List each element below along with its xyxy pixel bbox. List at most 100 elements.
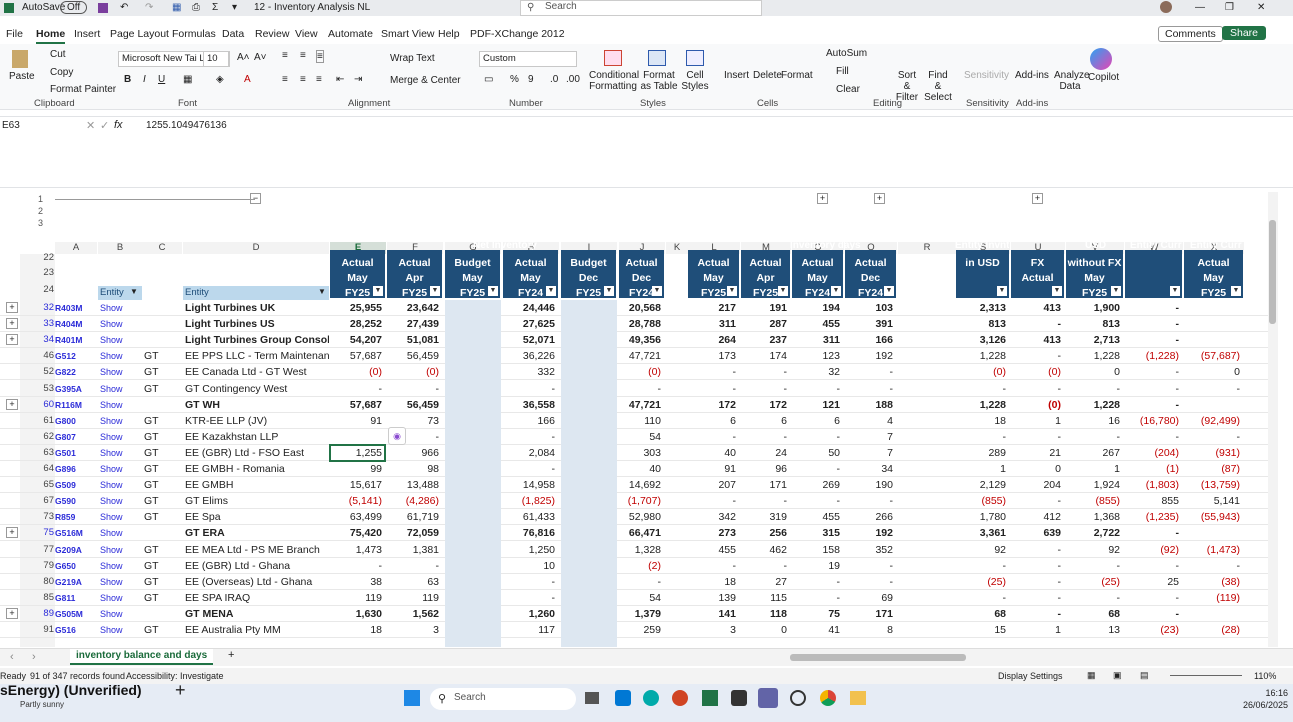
table-row[interactable]: 73R859ShowGTEE Spa63,49961,71970,06861,4…	[0, 509, 1268, 526]
cell-u[interactable]: -	[1011, 381, 1062, 397]
cell-q[interactable]: 7	[845, 445, 893, 461]
cell-v[interactable]: 1,368	[1066, 509, 1120, 525]
sum-icon[interactable]: Σ	[212, 2, 218, 13]
copy-button[interactable]: Copy	[50, 67, 73, 78]
cell-w[interactable]: -	[1125, 525, 1180, 541]
cell-m[interactable]: 6	[741, 413, 787, 429]
table-row[interactable]: 65G509ShowGTEE GMBH15,61713,48813,97714,…	[0, 477, 1268, 494]
cell-s[interactable]: 2,129	[956, 477, 1006, 493]
cancel-icon[interactable]: ✕	[86, 119, 95, 132]
cell-s[interactable]: -	[956, 381, 1007, 397]
cell-h[interactable]: 166	[503, 413, 555, 429]
cell-h[interactable]: 52,071	[503, 332, 555, 348]
cell-h[interactable]: -	[503, 429, 556, 445]
app-icon[interactable]	[731, 690, 747, 706]
cell-q[interactable]: 190	[845, 477, 893, 493]
show-link[interactable]: Show	[100, 493, 140, 509]
show-link[interactable]: Show	[100, 413, 140, 429]
cell-w[interactable]: -	[1125, 364, 1180, 380]
cell-f[interactable]: 1,381	[387, 542, 439, 558]
cell-s[interactable]: (25)	[956, 574, 1006, 590]
row-number[interactable]: 73	[32, 509, 54, 525]
filter-dropdown-icon[interactable]: ▼	[652, 286, 662, 296]
cell-l[interactable]: 91	[688, 461, 736, 477]
cell-m[interactable]: 115	[741, 590, 787, 606]
filter-dropdown-icon[interactable]: ▼	[778, 286, 788, 296]
cell-s[interactable]: 3,126	[956, 332, 1006, 348]
cell-x[interactable]: -	[1184, 429, 1241, 445]
cell-w[interactable]: -	[1125, 606, 1180, 622]
sheet-tab[interactable]: inventory balance and days	[70, 649, 214, 665]
table-row[interactable]: 75+G516MShowGT ERA75,42072,05984,21976,8…	[0, 525, 1268, 542]
cell-f[interactable]: 63	[387, 574, 439, 590]
cell-m[interactable]: 24	[741, 445, 787, 461]
grid-icon[interactable]: ▦	[172, 2, 181, 13]
show-link[interactable]: Show	[100, 509, 140, 525]
show-link[interactable]: Show	[100, 332, 140, 348]
name-box[interactable]: E63	[2, 120, 62, 131]
expand-row-icon[interactable]: +	[6, 318, 18, 330]
cell-u[interactable]: 639	[1011, 525, 1061, 541]
cell-x[interactable]: (119)	[1184, 590, 1240, 606]
row-number[interactable]: 60	[32, 397, 54, 413]
tab-pdf-xchange[interactable]: PDF-XChange 2012	[470, 28, 565, 40]
cell-s[interactable]: 68	[956, 606, 1006, 622]
cell-l[interactable]: 6	[688, 413, 736, 429]
file-explorer-icon[interactable]	[850, 691, 866, 705]
show-link[interactable]: Show	[100, 574, 140, 590]
taskbar-search[interactable]: Search	[430, 688, 576, 710]
cell-s[interactable]: 813	[956, 316, 1006, 332]
cell-l[interactable]: 264	[688, 332, 736, 348]
copilot-button[interactable]: Copilot	[1088, 72, 1119, 83]
cell-v[interactable]: 1	[1066, 461, 1120, 477]
search-box[interactable]: Search	[520, 0, 762, 16]
cell-w[interactable]: -	[1125, 590, 1180, 606]
cell-x[interactable]	[1184, 316, 1240, 332]
expand-row-icon[interactable]: +	[6, 607, 18, 619]
cell-j[interactable]: (0)	[619, 364, 661, 380]
outline-level[interactable]: 2	[38, 206, 43, 216]
cell-x[interactable]: (55,943)	[1184, 509, 1240, 525]
cell-u[interactable]: 413	[1011, 332, 1061, 348]
table-row[interactable]: 77 G209A Show GT EE MEA Ltd - PS ME Branch 1,…	[0, 542, 1268, 558]
fill-color-icon[interactable]: ◈	[216, 74, 224, 85]
row-number[interactable]: 80	[32, 574, 54, 590]
cell-q[interactable]: 266	[845, 509, 893, 525]
cell-o[interactable]: 41	[792, 622, 840, 638]
cell-w[interactable]: 25	[1125, 574, 1179, 590]
active-cell[interactable]	[329, 443, 386, 462]
cell-w[interactable]: (1,235)	[1125, 509, 1179, 525]
cell-q[interactable]: 69	[845, 590, 893, 606]
cell-j[interactable]: 66,471	[619, 525, 661, 541]
cell-h[interactable]: -	[503, 381, 556, 397]
copilot-inline-icon[interactable]: ◉	[388, 426, 406, 445]
column-header-b[interactable]: B	[98, 242, 142, 254]
cell-j[interactable]: 40	[619, 461, 661, 477]
table-row[interactable]: 67 G590 Show GT GT Elims (5,141) (4,286) (1,825…	[0, 493, 1268, 510]
zoom-level[interactable]: 110%	[1254, 671, 1276, 681]
tab-formulas[interactable]: Formulas	[172, 28, 216, 40]
decimal-increase-icon[interactable]: .0	[550, 74, 558, 85]
column-header-d[interactable]: D	[183, 242, 329, 254]
cell-x[interactable]	[1184, 397, 1240, 413]
cell-styles-icon[interactable]	[686, 50, 704, 66]
cell-u[interactable]: 412	[1011, 509, 1061, 525]
cell-j[interactable]: 110	[619, 413, 661, 429]
minimize-icon[interactable]: —	[1195, 2, 1205, 13]
row-number[interactable]: 34	[32, 332, 54, 348]
cell-h[interactable]: 117	[503, 622, 555, 638]
cell-s[interactable]: 1	[956, 461, 1006, 477]
excel-taskbar-icon[interactable]	[702, 690, 718, 706]
wrap-text-button[interactable]: Wrap Text	[390, 53, 435, 64]
cell-o[interactable]: 194	[792, 300, 840, 316]
cell-v[interactable]: -	[1066, 381, 1121, 397]
collapse-icon[interactable]: −	[250, 193, 261, 204]
cell-o[interactable]: 121	[792, 397, 840, 413]
merge-center-button[interactable]: Merge & Center	[390, 75, 461, 86]
decimal-decrease-icon[interactable]: .00	[566, 74, 580, 85]
cell-w[interactable]: -	[1125, 300, 1180, 316]
cell-l[interactable]: 217	[688, 300, 736, 316]
cell-j[interactable]: -	[619, 574, 662, 590]
filter-dropdown-icon[interactable]: ▼	[997, 286, 1007, 296]
cell-u[interactable]: 204	[1011, 477, 1061, 493]
